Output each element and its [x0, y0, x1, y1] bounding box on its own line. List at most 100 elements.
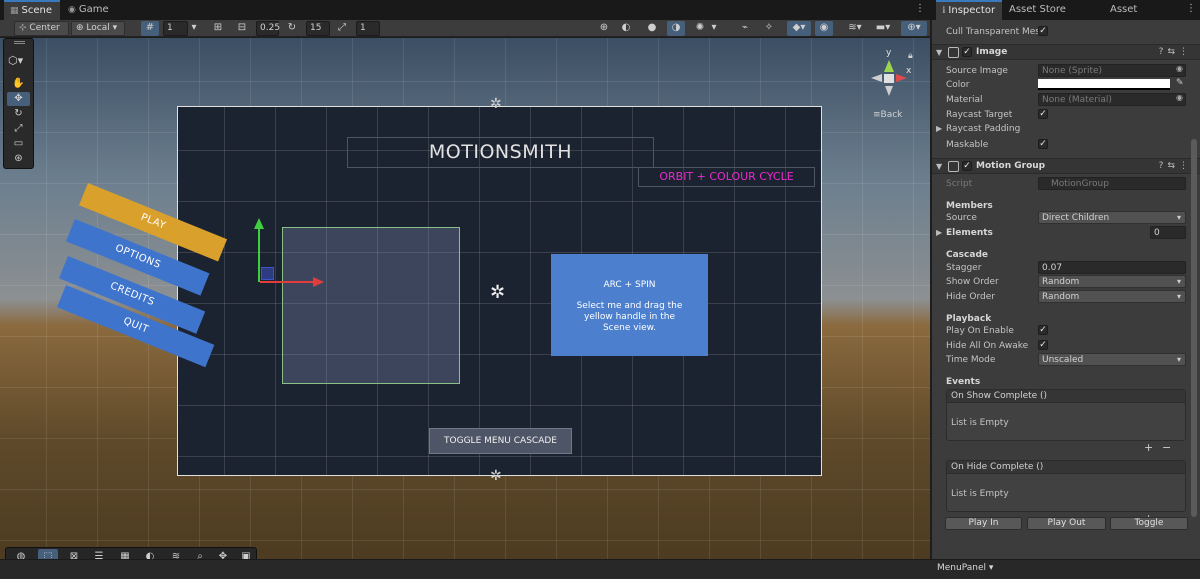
maskable-checkbox[interactable]: ✓: [1038, 139, 1048, 149]
move-handle-x[interactable]: [260, 281, 314, 283]
image-component-header[interactable]: ▼ ✓ Image ?⇆⋮: [932, 44, 1200, 60]
move-handle-y[interactable]: [258, 228, 260, 282]
gizmo-y-cone[interactable]: [884, 60, 894, 72]
eyedropper-icon[interactable]: ✎: [1176, 78, 1184, 88]
top-anchor-icon[interactable]: ✲: [490, 96, 502, 112]
time-mode-dropdown[interactable]: Unscaled: [1038, 353, 1186, 366]
rect-tool-icon[interactable]: ▭: [7, 137, 30, 151]
scale-tool-icon[interactable]: ⤢: [7, 122, 30, 136]
scene-view[interactable]: ⬡▾ ✋ ✥ ↻ ⤢ ▭ ⊛ y x 🔒︎ ≡Back MOTIONSMITH …: [0, 38, 930, 571]
motion-group-enabled-checkbox[interactable]: ✓: [962, 161, 972, 171]
show-order-dropdown[interactable]: Random: [1038, 275, 1186, 288]
visibility-eye-icon[interactable]: ◉: [815, 21, 833, 36]
motion-group-menu-icons[interactable]: ?⇆⋮: [1159, 159, 1192, 174]
rect-pivot-icon[interactable]: ✲: [490, 282, 505, 303]
hand-tool-icon[interactable]: ✋: [7, 77, 30, 91]
audio-icon[interactable]: ⌁: [736, 21, 754, 36]
grid-size-field[interactable]: 1: [163, 21, 188, 36]
material-field[interactable]: None (Material): [1038, 93, 1186, 106]
draw-mode-icon[interactable]: ◐: [617, 21, 635, 36]
source-image-field[interactable]: None (Sprite): [1038, 64, 1186, 77]
tab-scene[interactable]: ▦ Scene: [4, 0, 60, 20]
gizmo-center-cube[interactable]: [884, 74, 894, 83]
raycast-padding-arrow-icon[interactable]: ▶: [936, 122, 942, 136]
pivot-rotation-dropdown[interactable]: ⊕ Local ▾: [71, 21, 125, 36]
raycast-padding-row[interactable]: ▶ Raycast Padding: [932, 122, 1200, 136]
tab-game[interactable]: ◉ Game: [62, 0, 112, 20]
toggle-menu-cascade-button[interactable]: TOGGLE MENU CASCADE: [429, 428, 572, 454]
orientation-gizmo[interactable]: y x: [868, 48, 913, 108]
bottom-anchor-icon[interactable]: ✲: [490, 468, 502, 484]
component-menu-icons[interactable]: ?⇆⋮: [1159, 45, 1192, 60]
layers-icon[interactable]: ≋▾: [843, 21, 867, 36]
motion-group-foldout-icon[interactable]: ▼: [936, 159, 942, 174]
grid-icon[interactable]: #: [141, 21, 159, 36]
move-tool-icon[interactable]: ✥: [7, 92, 30, 106]
transform-dropdown-icon[interactable]: ⬡▾: [8, 54, 23, 67]
object-name-dropdown[interactable]: MenuPanel ▾: [937, 563, 993, 573]
play-in-button[interactable]: Play In: [945, 517, 1022, 530]
global-icon[interactable]: ⊕: [595, 21, 613, 36]
elements-arrow-icon[interactable]: ▶: [936, 226, 942, 240]
source-row: Source Direct Children: [932, 211, 1200, 225]
on-show-remove-icon[interactable]: −: [1162, 441, 1171, 454]
lighting-icon[interactable]: ✺: [691, 21, 709, 36]
inspector-tab-menu-icon[interactable]: ⋮: [1186, 3, 1196, 14]
move-handle-y-arrow[interactable]: [254, 218, 264, 229]
foldout-arrow-icon[interactable]: ▼: [936, 45, 942, 60]
cull-transparent-checkbox[interactable]: ✓: [1038, 26, 1048, 36]
transform-tool-icon[interactable]: ⊛: [7, 152, 30, 166]
scale-snap-icon[interactable]: ⤢: [333, 21, 351, 36]
gizmo-x-label: x: [906, 66, 912, 76]
2d-icon[interactable]: ◑: [667, 21, 685, 36]
lighting-dropdown-icon[interactable]: ▾: [709, 21, 719, 36]
gizmos-icon[interactable]: ⊕▾: [901, 21, 927, 36]
hide-order-dropdown[interactable]: Random: [1038, 290, 1186, 303]
rotation-snap-field[interactable]: 15: [306, 21, 330, 36]
object-picker-icon[interactable]: ◉: [1176, 64, 1183, 73]
pivot-mode-dropdown[interactable]: ⊹ Center ▾: [14, 21, 69, 46]
camera-icon[interactable]: ▬▾: [871, 21, 895, 36]
play-on-enable-checkbox[interactable]: ✓: [1038, 325, 1048, 335]
toggle-button[interactable]: Toggle: [1110, 517, 1188, 530]
scale-snap-field[interactable]: 1: [356, 21, 380, 36]
motion-group-header[interactable]: ▼ ✓ Motion Group ?⇆⋮: [932, 158, 1200, 174]
tab-asset-store-uploader[interactable]: Asset Store Uploader: [1003, 0, 1103, 35]
scene-tab-menu-icon[interactable]: ⋮: [915, 3, 925, 14]
orbit-label[interactable]: ORBIT + COLOUR CYCLE: [638, 167, 815, 187]
rotate-tool-icon[interactable]: ↻: [7, 107, 30, 121]
arc-spin-panel[interactable]: ARC + SPIN Select me and drag the yellow…: [551, 254, 708, 356]
move-handle-plane[interactable]: [261, 267, 274, 280]
source-dropdown[interactable]: Direct Children: [1038, 211, 1186, 224]
play-out-button[interactable]: Play Out: [1027, 517, 1106, 530]
rotation-snap-icon[interactable]: ↻: [283, 21, 301, 36]
snap-increment-field[interactable]: 0.25: [256, 21, 280, 36]
grid-dropdown-icon[interactable]: ▾: [188, 21, 200, 36]
shaded-icon[interactable]: ●: [643, 21, 661, 36]
elements-count-field[interactable]: 0: [1150, 226, 1186, 239]
on-show-add-icon[interactable]: +: [1144, 441, 1153, 454]
ui-canvas[interactable]: MOTIONSMITH ORBIT + COLOUR CYCLE ARC + S…: [177, 106, 822, 476]
hide-all-on-awake-checkbox[interactable]: ✓: [1038, 340, 1048, 350]
scene-visibility-icon[interactable]: ◆▾: [787, 21, 811, 36]
elements-row[interactable]: ▶ Elements 0: [932, 226, 1200, 240]
gizmo-neg-x-cone[interactable]: [871, 74, 882, 82]
inspector-scrollbar[interactable]: [1191, 139, 1197, 517]
snap-icon[interactable]: ⊞: [209, 21, 227, 36]
tab-asset-store[interactable]: Asset Store: [1104, 0, 1166, 35]
overlay-drag-handle[interactable]: [14, 41, 25, 44]
back-view-button[interactable]: ≡Back: [873, 110, 902, 120]
raycast-target-checkbox[interactable]: ✓: [1038, 109, 1048, 119]
selected-square[interactable]: [282, 227, 460, 384]
lock-icon[interactable]: 🔒︎: [908, 51, 913, 61]
image-enabled-checkbox[interactable]: ✓: [962, 47, 972, 57]
canvas-title[interactable]: MOTIONSMITH: [347, 137, 654, 168]
gizmo-neg-y-cone[interactable]: [885, 86, 893, 96]
material-picker-icon[interactable]: ◉: [1176, 93, 1183, 102]
stagger-field[interactable]: 0.07: [1038, 261, 1186, 274]
tab-inspector[interactable]: ℹ Inspector: [936, 0, 1002, 20]
color-swatch[interactable]: [1038, 79, 1170, 90]
increment-snap-icon[interactable]: ⊟: [233, 21, 251, 36]
move-handle-x-arrow[interactable]: [313, 277, 324, 287]
effects-icon[interactable]: ✧: [760, 21, 778, 36]
